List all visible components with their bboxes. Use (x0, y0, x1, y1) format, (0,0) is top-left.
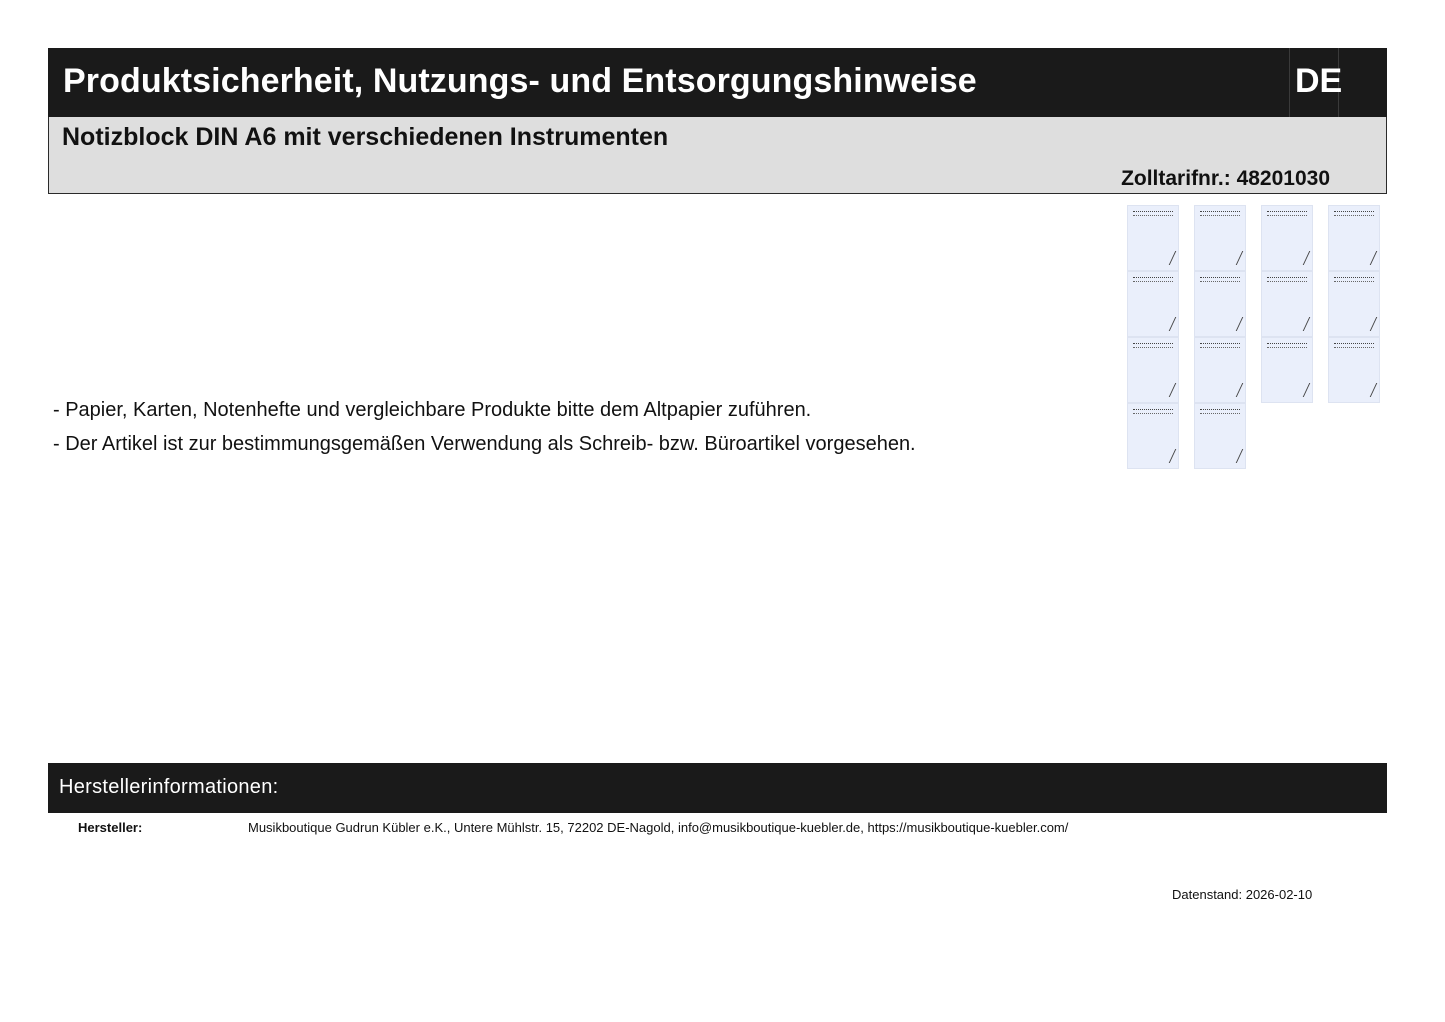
music-staff-icon (1200, 343, 1240, 348)
product-thumbnail (1127, 403, 1179, 469)
product-thumbnail (1261, 205, 1313, 271)
product-thumbnail (1127, 271, 1179, 337)
music-staff-icon (1200, 211, 1240, 216)
product-name: Notizblock DIN A6 mit verschiedenen Inst… (62, 123, 669, 151)
instrument-icon (1357, 251, 1378, 265)
music-staff-icon (1200, 277, 1240, 282)
instrument-icon (1290, 251, 1311, 265)
music-staff-icon (1267, 277, 1307, 282)
language-code: DE (1295, 62, 1343, 100)
music-staff-icon (1133, 211, 1173, 216)
product-thumbnail (1194, 205, 1246, 271)
note-usage: - Der Artikel ist zur bestimmungsgemäßen… (53, 433, 916, 455)
music-staff-icon (1200, 409, 1240, 414)
manufacturer-section-bar: Herstellerinformationen: (48, 763, 1387, 813)
product-header: Notizblock DIN A6 mit verschiedenen Inst… (48, 117, 1387, 194)
notes-list: - Papier, Karten, Notenhefte und verglei… (53, 393, 916, 461)
instrument-icon (1290, 383, 1311, 397)
tariff-number: Zolltarifnr.: 48201030 (1121, 167, 1330, 190)
instrument-icon (1290, 317, 1311, 331)
product-thumbnail (1328, 271, 1380, 337)
language-box: DE (1289, 48, 1343, 117)
music-staff-icon (1334, 277, 1374, 282)
note-disposal: - Papier, Karten, Notenhefte und verglei… (53, 399, 812, 421)
instrument-icon (1223, 383, 1244, 397)
product-thumbnail (1194, 271, 1246, 337)
page-title: Produktsicherheit, Nutzungs- und Entsorg… (63, 62, 977, 100)
data-date: Datenstand: 2026-02-10 (1172, 887, 1313, 902)
manufacturer-details: Musikboutique Gudrun Kübler e.K., Untere… (248, 820, 1069, 835)
product-thumbnail (1127, 205, 1179, 271)
product-thumbnail (1328, 337, 1380, 403)
music-staff-icon (1267, 343, 1307, 348)
instrument-icon (1357, 317, 1378, 331)
product-thumbnail (1194, 337, 1246, 403)
manufacturer-label: Hersteller: (78, 820, 143, 835)
instrument-icon (1156, 317, 1177, 331)
instrument-icon (1156, 251, 1177, 265)
music-staff-icon (1334, 211, 1374, 216)
header-bar: Produktsicherheit, Nutzungs- und Entsorg… (48, 48, 1387, 117)
music-staff-icon (1133, 343, 1173, 348)
instrument-icon (1223, 449, 1244, 463)
instrument-icon (1357, 383, 1378, 397)
instrument-icon (1156, 449, 1177, 463)
music-staff-icon (1133, 409, 1173, 414)
product-thumbnail (1261, 337, 1313, 403)
manufacturer-section-title: Herstellerinformationen: (59, 776, 279, 798)
music-staff-icon (1267, 211, 1307, 216)
product-thumbnail (1261, 271, 1313, 337)
instrument-icon (1156, 383, 1177, 397)
product-thumbnail (1328, 205, 1380, 271)
music-staff-icon (1133, 277, 1173, 282)
music-staff-icon (1334, 343, 1374, 348)
product-thumbnail (1127, 337, 1179, 403)
instrument-icon (1223, 251, 1244, 265)
instrument-icon (1223, 317, 1244, 331)
product-thumbnail (1194, 403, 1246, 469)
